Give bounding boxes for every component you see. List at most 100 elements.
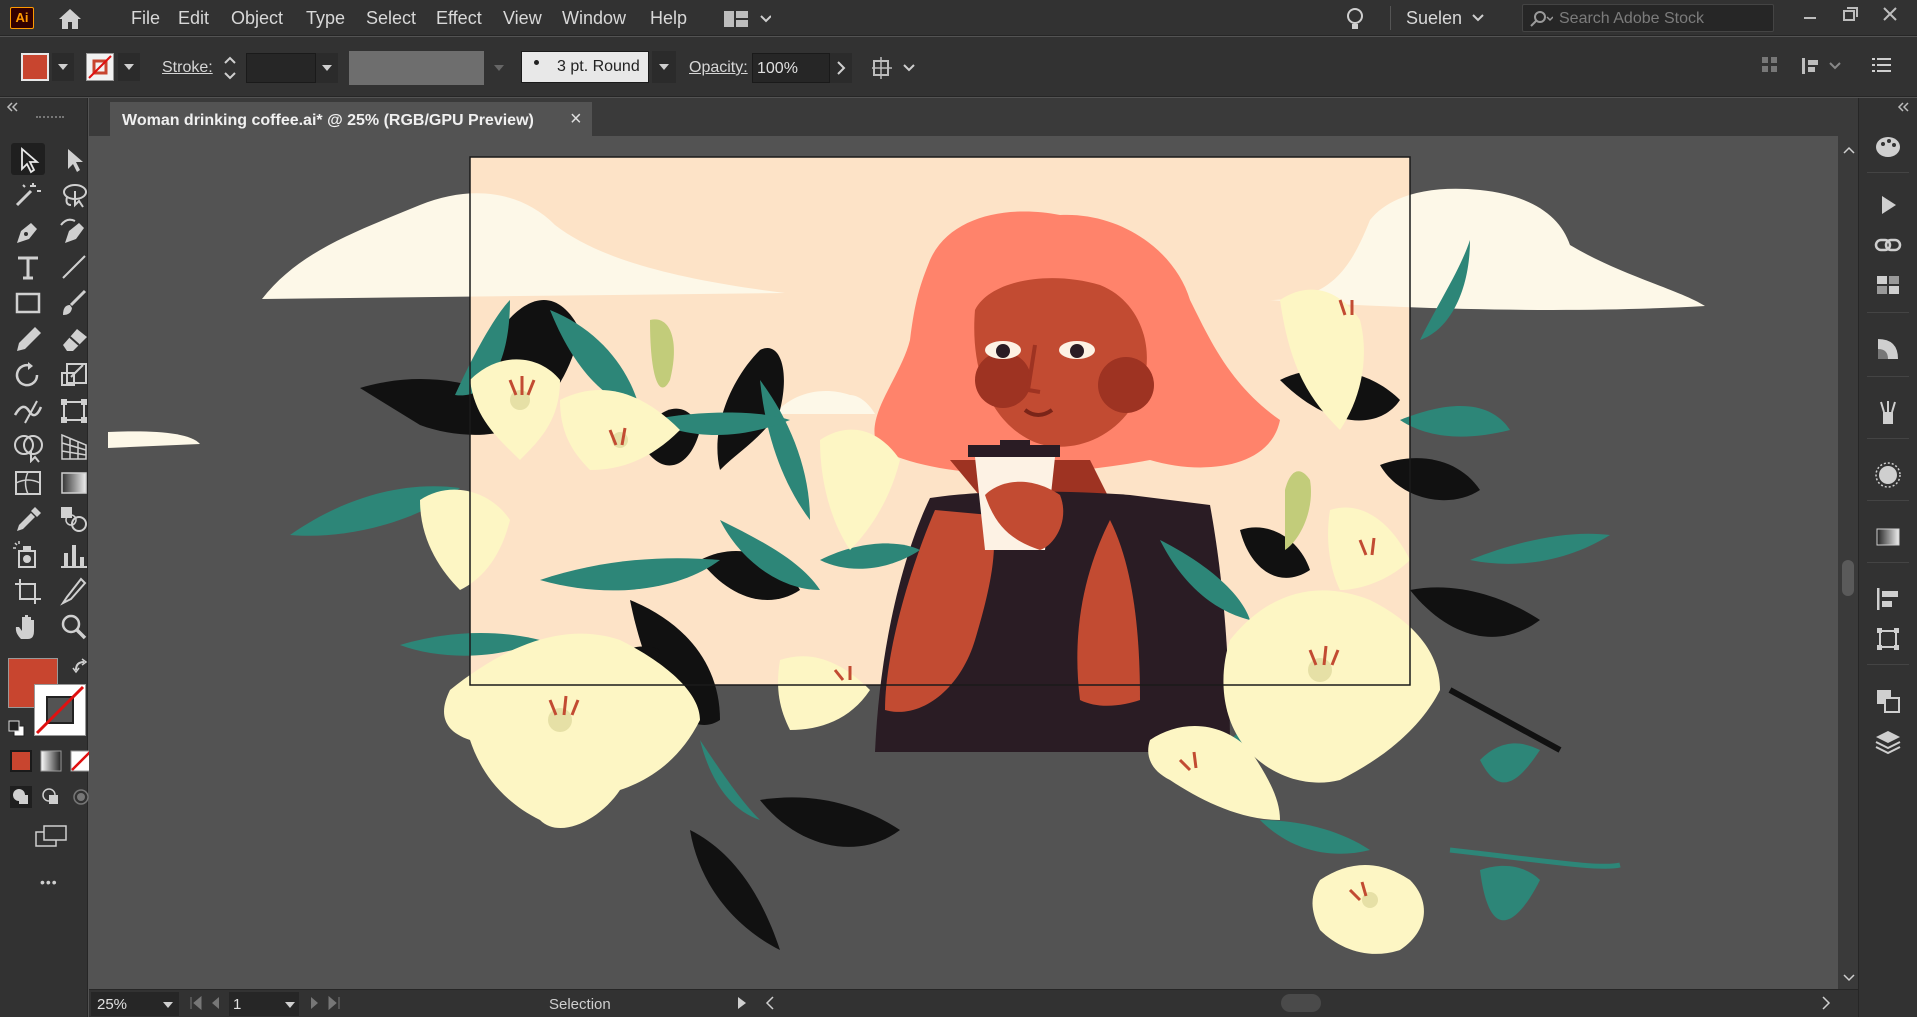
stroke-dropdown[interactable] (118, 53, 140, 81)
free-transform-tool-icon[interactable] (57, 395, 91, 427)
hand-tool-icon[interactable] (11, 611, 45, 643)
direct-selection-tool-icon[interactable] (57, 143, 91, 175)
transform-options-icon[interactable] (1800, 55, 1844, 77)
close-tab-icon[interactable]: × (570, 108, 582, 131)
workspace-layout-icon[interactable] (723, 9, 771, 29)
color-mode-icon[interactable] (10, 750, 32, 772)
menu-effect[interactable]: Effect (436, 8, 482, 29)
scroll-right-icon[interactable] (1821, 996, 1831, 1010)
zoom-tool-icon[interactable] (57, 611, 91, 643)
stroke-weight-dropdown[interactable] (316, 53, 338, 83)
minimize-window-icon[interactable] (1800, 4, 1820, 24)
vertical-scrollbar[interactable] (1838, 136, 1858, 989)
scroll-left-icon[interactable] (765, 996, 775, 1010)
draw-normal-icon[interactable] (10, 786, 32, 808)
menu-type[interactable]: Type (306, 8, 345, 29)
artboard-tool-icon[interactable] (11, 575, 45, 607)
stroke-color-swatch[interactable] (86, 53, 114, 81)
actions-play-icon[interactable] (1873, 190, 1903, 220)
recolor-artwork-icon[interactable] (872, 55, 916, 81)
swatches-icon[interactable] (1873, 270, 1903, 300)
line-segment-tool-icon[interactable] (57, 251, 91, 283)
scroll-up-icon[interactable] (1843, 146, 1855, 154)
gradient-panel-icon[interactable] (1873, 522, 1903, 552)
gradient-mode-icon[interactable] (40, 750, 62, 772)
appearance-icon[interactable] (1873, 460, 1903, 490)
expand-panels-icon[interactable] (1897, 102, 1909, 112)
fill-color-swatch[interactable] (21, 53, 49, 81)
scale-tool-icon[interactable] (57, 359, 91, 391)
slice-tool-icon[interactable] (57, 575, 91, 607)
scroll-down-icon[interactable] (1843, 974, 1855, 982)
brush-dropdown[interactable] (652, 51, 676, 83)
symbol-sprayer-tool-icon[interactable] (11, 539, 45, 571)
menu-edit[interactable]: Edit (178, 8, 209, 29)
pencil-tool-icon[interactable] (11, 323, 45, 355)
rectangle-tool-icon[interactable] (11, 287, 45, 319)
gradient-tool-icon[interactable] (57, 467, 91, 499)
magic-wand-tool-icon[interactable] (11, 179, 45, 211)
fill-dropdown[interactable] (52, 53, 74, 81)
width-tool-icon[interactable] (11, 395, 45, 427)
status-menu-arrow-icon[interactable] (737, 996, 747, 1010)
vertical-scroll-thumb[interactable] (1842, 560, 1854, 596)
edit-toolbar-icon[interactable]: ••• (40, 874, 58, 890)
column-graph-tool-icon[interactable] (57, 539, 91, 571)
lightbulb-icon[interactable] (1344, 6, 1366, 32)
opacity-expand-button[interactable] (830, 53, 852, 83)
type-tool-icon[interactable] (11, 251, 45, 283)
panel-menu-icon[interactable] (1872, 57, 1892, 73)
menu-view[interactable]: View (503, 8, 542, 29)
user-name[interactable]: Suelen (1406, 8, 1462, 29)
stroke-swatch[interactable] (34, 684, 86, 736)
align-panel-icon[interactable] (1873, 584, 1903, 614)
artboard-number-field[interactable]: 1 (229, 992, 299, 1016)
opacity-label[interactable]: Opacity: (689, 59, 748, 77)
restore-window-icon[interactable] (1840, 4, 1860, 24)
stroke-label[interactable]: Stroke: (162, 59, 213, 77)
align-grid-icon[interactable] (1760, 55, 1780, 75)
transparency-icon[interactable] (1873, 334, 1903, 364)
menu-file[interactable]: File (131, 8, 160, 29)
zoom-field[interactable]: 25% (91, 992, 179, 1016)
variable-width-dropdown[interactable] (488, 51, 510, 85)
default-fill-stroke-icon[interactable] (8, 720, 26, 738)
stock-search-field[interactable]: Search Adobe Stock (1522, 4, 1774, 32)
shape-builder-tool-icon[interactable] (11, 431, 45, 463)
menu-help[interactable]: Help (650, 8, 687, 29)
pen-tool-icon[interactable] (11, 215, 45, 247)
menu-select[interactable]: Select (366, 8, 416, 29)
mesh-tool-icon[interactable] (11, 467, 45, 499)
canvas-area[interactable] (89, 136, 1838, 989)
color-guide-icon[interactable] (1873, 132, 1903, 162)
perspective-grid-tool-icon[interactable] (57, 431, 91, 463)
blend-tool-icon[interactable] (57, 503, 91, 535)
brushes-icon[interactable] (1873, 398, 1903, 428)
pathfinder-icon[interactable] (1873, 686, 1903, 716)
user-chevron-down-icon[interactable] (1472, 14, 1484, 22)
stroke-weight-input[interactable] (246, 53, 316, 83)
transform-panel-icon[interactable] (1873, 624, 1903, 654)
eraser-tool-icon[interactable] (57, 323, 91, 355)
curvature-tool-icon[interactable] (57, 215, 91, 247)
stroke-weight-stepper[interactable] (222, 53, 238, 83)
document-tab[interactable]: Woman drinking coffee.ai* @ 25% (RGB/GPU… (110, 102, 592, 136)
lasso-tool-icon[interactable] (57, 179, 91, 211)
selection-tool-icon[interactable] (11, 143, 45, 175)
variable-width-profile[interactable] (349, 51, 484, 85)
close-window-icon[interactable] (1880, 4, 1900, 24)
horizontal-scroll-thumb[interactable] (1281, 994, 1321, 1012)
brush-definition-field[interactable]: 3 pt. Round (521, 51, 649, 83)
eyedropper-tool-icon[interactable] (11, 503, 45, 535)
artboard-next-icons[interactable] (309, 996, 357, 1010)
draw-behind-icon[interactable] (40, 786, 62, 808)
collapse-panel-icon[interactable] (6, 102, 18, 112)
paintbrush-tool-icon[interactable] (57, 287, 91, 319)
layers-icon[interactable] (1873, 726, 1903, 756)
screen-mode-icon[interactable] (34, 824, 68, 850)
menu-object[interactable]: Object (231, 8, 283, 29)
rotate-tool-icon[interactable] (11, 359, 45, 391)
home-icon[interactable] (56, 7, 84, 31)
opacity-input[interactable]: 100% (752, 53, 830, 83)
links-icon[interactable] (1873, 230, 1903, 260)
